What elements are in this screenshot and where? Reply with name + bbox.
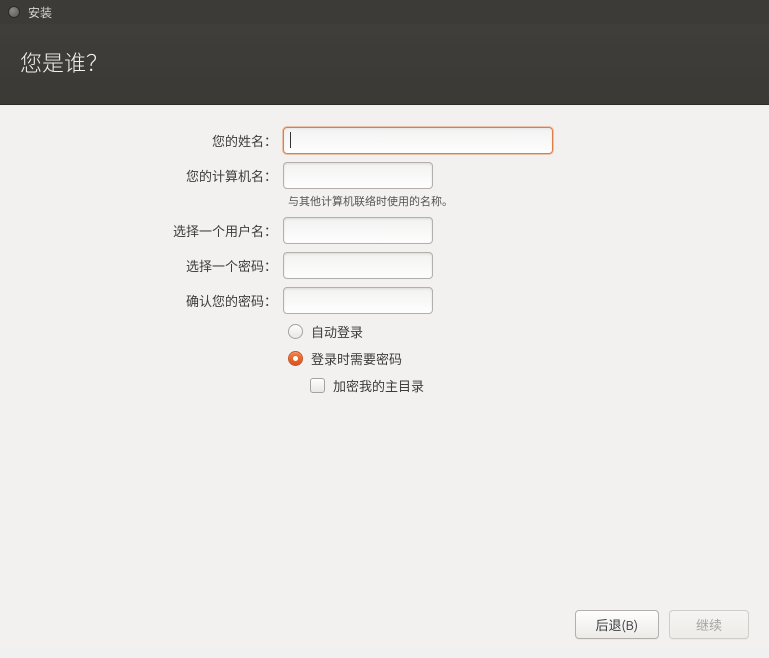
radio-label-require: 登录时需要密码	[311, 349, 402, 368]
computer-name-input[interactable]	[283, 162, 433, 189]
radio-require-password[interactable]: 登录时需要密码	[288, 349, 769, 368]
row-password: 选择一个密码：	[0, 252, 769, 279]
content-area: 您的姓名： 您的计算机名： 与其他计算机联络时使用的名称。 选择一个用户名： 选…	[0, 105, 769, 649]
continue-button: 继续	[669, 610, 749, 639]
confirm-password-input[interactable]	[283, 287, 433, 314]
window-title: 安装	[28, 4, 52, 21]
text-caret	[290, 132, 291, 148]
checkbox-label-encrypt: 加密我的主目录	[333, 376, 424, 395]
footer: 后退(B) 继续	[0, 599, 769, 649]
page-header: 您是谁？	[0, 24, 769, 105]
row-confirm: 确认您的密码：	[0, 287, 769, 314]
login-options: 自动登录 登录时需要密码 加密我的主目录	[288, 322, 769, 395]
name-input[interactable]	[283, 127, 553, 154]
computer-hint: 与其他计算机联络时使用的名称。	[288, 193, 769, 209]
close-icon[interactable]	[8, 6, 20, 18]
radio-label-auto: 自动登录	[311, 322, 363, 341]
page-title: 您是谁？	[20, 51, 108, 76]
radio-icon-selected	[288, 351, 303, 366]
checkbox-encrypt-home[interactable]: 加密我的主目录	[310, 376, 769, 395]
label-password: 选择一个密码：	[0, 256, 283, 275]
password-input[interactable]	[283, 252, 433, 279]
label-username: 选择一个用户名：	[0, 221, 283, 240]
row-computer: 您的计算机名：	[0, 162, 769, 189]
row-name: 您的姓名：	[0, 127, 769, 154]
label-name: 您的姓名：	[0, 131, 283, 150]
radio-icon	[288, 324, 303, 339]
continue-button-label: 继续	[696, 615, 722, 634]
row-username: 选择一个用户名：	[0, 217, 769, 244]
username-input[interactable]	[283, 217, 433, 244]
radio-auto-login[interactable]: 自动登录	[288, 322, 769, 341]
back-button[interactable]: 后退(B)	[575, 610, 659, 639]
label-computer: 您的计算机名：	[0, 166, 283, 185]
label-confirm: 确认您的密码：	[0, 291, 283, 310]
checkbox-icon	[310, 378, 325, 393]
titlebar: 安装	[0, 0, 769, 24]
back-button-label: 后退(B)	[596, 615, 638, 634]
